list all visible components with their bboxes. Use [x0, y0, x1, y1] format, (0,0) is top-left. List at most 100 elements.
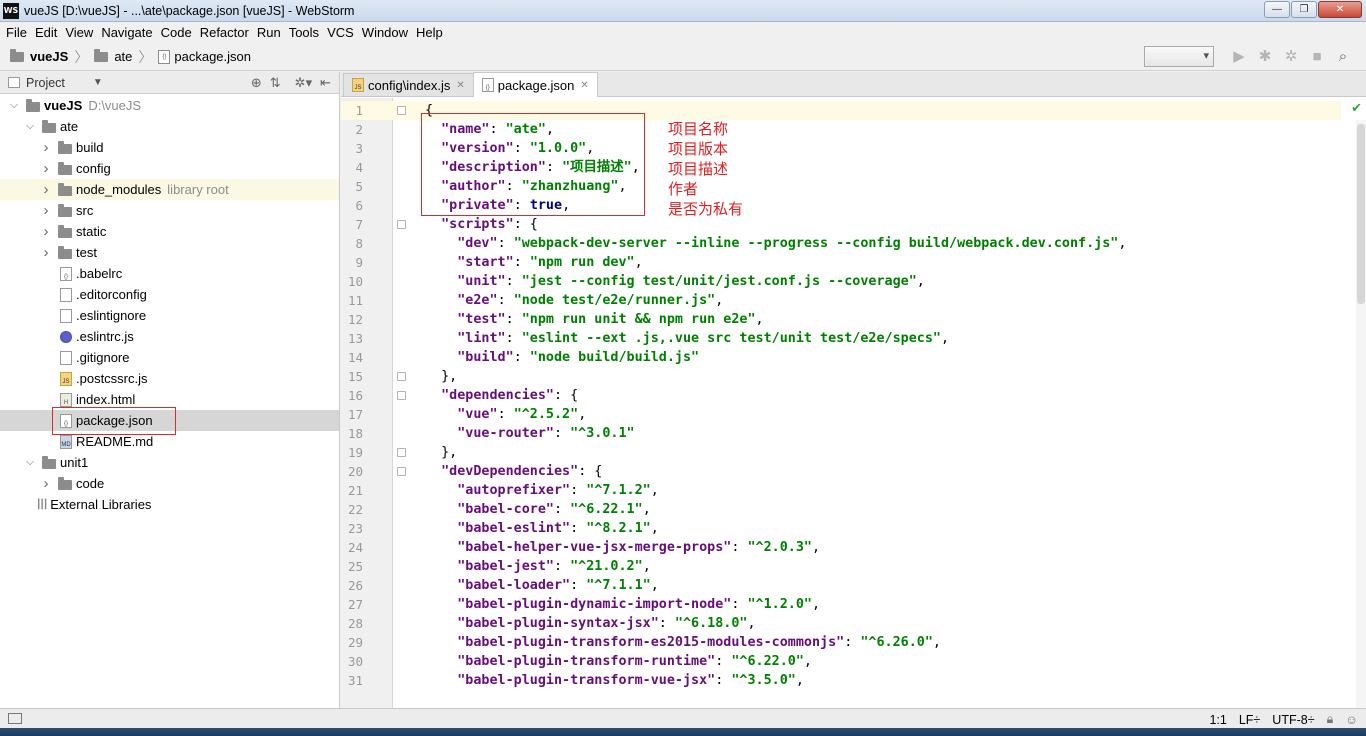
- inspector-icon[interactable]: ☺: [1345, 713, 1358, 727]
- punctuation: :: [570, 578, 587, 593]
- menu-run[interactable]: Run: [253, 25, 285, 40]
- close-tab-icon[interactable]: ✕: [580, 80, 588, 91]
- menu-help[interactable]: Help: [412, 25, 447, 40]
- tree-item-node-modules[interactable]: › node_modules library root: [0, 179, 339, 200]
- fold-marker-icon[interactable]: [397, 448, 406, 457]
- tab-config-index-js[interactable]: JS config\index.js ✕: [343, 73, 474, 96]
- breadcrumb-folder[interactable]: ate: [94, 48, 132, 64]
- json-string: "webpack-dev-server --inline --progress …: [513, 236, 1119, 251]
- menu-refactor[interactable]: Refactor: [196, 25, 253, 40]
- tree-item-config[interactable]: › config: [0, 158, 339, 179]
- run-configuration-select[interactable]: [1144, 46, 1214, 67]
- fold-marker-icon[interactable]: [397, 391, 406, 400]
- minimize-button[interactable]: —: [1264, 1, 1290, 18]
- punctuation: },: [425, 369, 458, 384]
- project-panel-header: Project ▼ ⊕ ⇅ ✲▾ ⇤: [0, 72, 339, 94]
- line-code: "babel-eslint": "^8.2.1",: [425, 519, 659, 538]
- tree-item-code[interactable]: › code: [0, 473, 339, 494]
- tree-item-label: src: [76, 203, 94, 218]
- scrollbar-thumb[interactable]: [1357, 124, 1365, 304]
- menu-tools[interactable]: Tools: [285, 25, 323, 40]
- punctuation: ,: [811, 540, 821, 555]
- punctuation: [425, 350, 457, 365]
- menu-window[interactable]: Window: [358, 25, 412, 40]
- fold-marker-icon[interactable]: [397, 372, 406, 381]
- line-separator[interactable]: LF÷: [1239, 713, 1260, 727]
- chevron-down-icon[interactable]: ▼: [93, 77, 103, 88]
- tree-item-gitignore[interactable]: .gitignore: [0, 347, 339, 368]
- code-line: 19 },: [341, 443, 1341, 462]
- breadcrumb-root-label: vueJS: [30, 49, 69, 64]
- tree-item-vuejs[interactable]: ⌵ vueJS D:\vueJS: [0, 95, 339, 116]
- line-number: 21: [347, 483, 363, 498]
- close-button[interactable]: ✕: [1318, 1, 1362, 18]
- tree-item-test[interactable]: › test: [0, 242, 339, 263]
- code-editor[interactable]: 1{2 "name": "ate", 3 "version": "1.0.0", 4…: [341, 98, 1366, 708]
- run-icon[interactable]: ▶: [1231, 48, 1247, 65]
- menu-edit[interactable]: Edit: [31, 25, 61, 40]
- maximize-button[interactable]: ❐: [1291, 1, 1317, 18]
- tree-item-eslintignore[interactable]: .eslintignore: [0, 305, 339, 326]
- json-key: "e2e": [457, 293, 498, 308]
- chevron-right-icon[interactable]: ›: [40, 475, 52, 492]
- tree-item-babelrc[interactable]: {} .babelrc: [0, 263, 339, 284]
- fold-marker-icon[interactable]: [397, 106, 406, 115]
- code-line: 17 "vue": "^2.5.2",: [341, 405, 1341, 424]
- menu-file[interactable]: File: [2, 25, 31, 40]
- tree-item-label: .editorconfig: [76, 287, 147, 302]
- menu-code[interactable]: Code: [157, 25, 196, 40]
- tree-item-editorconfig[interactable]: .editorconfig: [0, 284, 339, 305]
- breadcrumb-root[interactable]: vueJS: [10, 48, 69, 64]
- punctuation: [425, 635, 457, 650]
- collapse-all-icon[interactable]: ⇅: [270, 75, 281, 91]
- tree-item-static[interactable]: › static: [0, 221, 339, 242]
- punctuation: ,: [940, 331, 950, 346]
- tab-package-json[interactable]: {} package.json ✕: [472, 72, 598, 97]
- status-bar: 1:1 LF÷ UTF-8÷ 🔒︎ ☺: [0, 708, 1366, 728]
- chevron-right-icon[interactable]: ›: [40, 244, 52, 261]
- code-line: 28 "babel-plugin-syntax-jsx": "^6.18.0",: [341, 614, 1341, 633]
- tree-item-ate[interactable]: ⌵ ate: [0, 116, 339, 137]
- menu-navigate[interactable]: Navigate: [97, 25, 156, 40]
- json-string: "node test/e2e/runner.js": [513, 293, 716, 308]
- tree-item-postcssrc-js[interactable]: JS .postcssrc.js: [0, 368, 339, 389]
- file-encoding[interactable]: UTF-8÷: [1272, 713, 1314, 727]
- caret-position[interactable]: 1:1: [1209, 713, 1226, 727]
- stop-icon[interactable]: ■: [1309, 48, 1325, 65]
- chevron-right-icon[interactable]: ›: [40, 160, 52, 177]
- chevron-right-icon[interactable]: ›: [40, 202, 52, 219]
- chevron-down-icon[interactable]: ⌵: [24, 456, 36, 469]
- chevron-right-icon[interactable]: ›: [40, 223, 52, 240]
- tree-item-eslintrc-js[interactable]: .eslintrc.js: [0, 326, 339, 347]
- project-panel-title[interactable]: Project: [26, 76, 65, 90]
- lock-icon[interactable]: 🔒︎: [1327, 712, 1334, 727]
- chevron-down-icon[interactable]: ⌵: [8, 99, 20, 112]
- breadcrumb-separator-icon: 〉: [138, 48, 153, 65]
- coverage-icon[interactable]: ✲: [1283, 48, 1299, 65]
- line-number: 7: [355, 217, 363, 232]
- search-everywhere-icon[interactable]: ⌕: [1335, 48, 1351, 65]
- annotation-text: 项目版本: [668, 140, 729, 158]
- close-tab-icon[interactable]: ✕: [456, 80, 464, 91]
- tree-item-external-libraries[interactable]: ┃┃┃ External Libraries: [0, 494, 339, 515]
- hide-panel-icon[interactable]: ⇤: [320, 75, 331, 91]
- tree-item-label: build: [76, 140, 104, 155]
- tree-item-build[interactable]: › build: [0, 137, 339, 158]
- tree-item-src[interactable]: › src: [0, 200, 339, 221]
- gear-icon[interactable]: ✲▾: [295, 75, 312, 91]
- punctuation: :: [658, 616, 675, 631]
- fold-marker-icon[interactable]: [397, 220, 406, 229]
- punctuation: ,: [650, 483, 659, 498]
- tree-item-unit1[interactable]: ⌵ unit1: [0, 452, 339, 473]
- fold-marker-icon[interactable]: [397, 467, 406, 476]
- breadcrumb-file[interactable]: {} package.json: [158, 49, 251, 64]
- locate-file-icon[interactable]: ⊕: [251, 75, 262, 91]
- punctuation: [425, 559, 457, 574]
- tool-windows-toggle-icon[interactable]: [8, 713, 22, 724]
- chevron-right-icon[interactable]: ›: [40, 139, 52, 156]
- chevron-right-icon[interactable]: ›: [40, 181, 52, 198]
- menu-vcs[interactable]: VCS: [323, 25, 358, 40]
- menu-view[interactable]: View: [61, 25, 97, 40]
- chevron-down-icon[interactable]: ⌵: [24, 120, 36, 133]
- debug-icon[interactable]: ✱: [1257, 48, 1273, 65]
